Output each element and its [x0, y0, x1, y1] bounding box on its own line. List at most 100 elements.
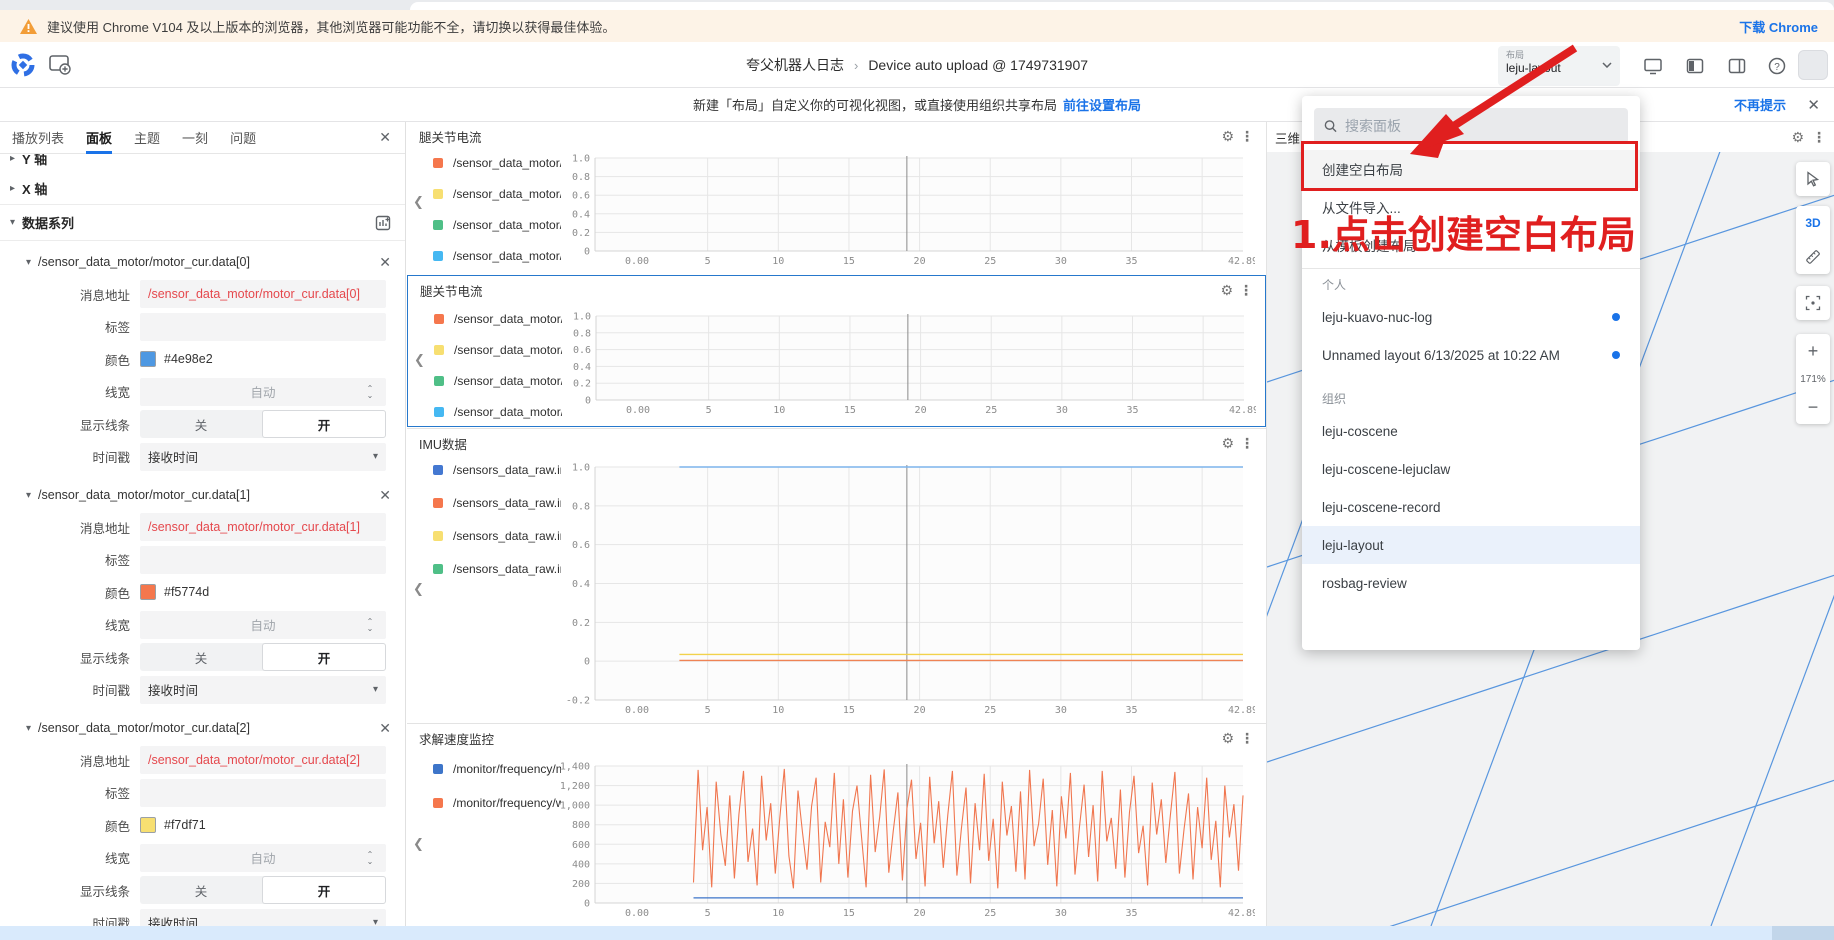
show-line-toggle[interactable]: 关 开 — [140, 876, 386, 904]
message-path-input[interactable]: /sensor_data_motor/motor_cur.data[2] — [140, 746, 386, 774]
measure-tool-icon[interactable] — [1796, 240, 1830, 274]
help-icon[interactable]: ? — [1766, 55, 1788, 77]
kebab-menu-icon[interactable]: ⋮ — [1239, 282, 1253, 299]
legend-item[interactable]: /sensor_data_motor/motor_cur — [433, 156, 561, 170]
menu-item-layout[interactable]: Unnamed layout 6/13/2025 at 10:22 AM — [1302, 336, 1640, 374]
menu-item-create-blank-layout[interactable]: 创建空白布局 — [1302, 150, 1640, 188]
zoom-out-button[interactable]: − — [1796, 390, 1830, 424]
message-path-input[interactable]: /sensor_data_motor/motor_cur.data[0] — [140, 280, 386, 308]
legend-item[interactable]: /sensor_data_motor/motor_cur — [434, 343, 562, 357]
right-sidebar-toggle-icon[interactable] — [1726, 55, 1748, 77]
legend-item[interactable]: /sensors_data_raw.imu_data — [433, 562, 561, 576]
legend-collapse-icon[interactable]: ❮ — [413, 194, 424, 210]
close-icon[interactable]: ✕ — [379, 129, 391, 146]
legend-item[interactable]: /sensors_data_raw.imu_data — [433, 496, 561, 510]
remove-series-icon[interactable]: ✕ — [379, 254, 391, 271]
legend-collapse-icon[interactable]: ❮ — [413, 581, 424, 597]
kebab-menu-icon[interactable]: ⋮ — [1812, 129, 1826, 146]
menu-item-layout[interactable]: leju-coscene — [1302, 412, 1640, 450]
line-width-input[interactable]: 自动 ⌃⌄ — [140, 844, 386, 872]
timestamp-select[interactable]: 接收时间 ▾ — [140, 676, 386, 704]
gear-icon[interactable]: ⚙ — [1220, 282, 1233, 299]
menu-item-create-from-template[interactable]: 从模板创建布局 — [1302, 226, 1640, 264]
add-series-icon[interactable] — [375, 215, 391, 231]
remove-series-icon[interactable]: ✕ — [379, 720, 391, 737]
avatar[interactable] — [1798, 50, 1828, 80]
line-chart[interactable]: 1.00.80.60.40.20-0.20.00510152025303542.… — [555, 459, 1255, 722]
toggle-on[interactable]: 开 — [262, 410, 386, 438]
line-chart[interactable]: 1.00.80.60.40.200.00510152025303542.89 — [556, 308, 1256, 422]
series-header[interactable]: ▾ /sensor_data_motor/motor_cur.data[2] ✕ — [0, 711, 405, 745]
panel-search-box[interactable] — [1314, 108, 1628, 144]
toggle-off[interactable]: 关 — [140, 410, 262, 438]
legend-item[interactable]: /sensors_data_raw.imu_data — [433, 463, 561, 477]
line-chart[interactable]: 1,4001,2001,00080060040020000.0051015202… — [555, 758, 1255, 925]
menu-item-layout[interactable]: leju-kuavo-nuc-log — [1302, 298, 1640, 336]
message-path-input[interactable]: /sensor_data_motor/motor_cur.data[1] — [140, 513, 386, 541]
color-field[interactable]: #4e98e2 — [140, 345, 386, 373]
tab-panel[interactable]: 面板 — [86, 122, 112, 154]
kebab-menu-icon[interactable]: ⋮ — [1240, 730, 1254, 747]
kebab-menu-icon[interactable]: ⋮ — [1240, 435, 1254, 452]
color-swatch[interactable] — [140, 584, 156, 600]
focus-center-icon[interactable] — [1796, 286, 1830, 320]
color-swatch[interactable] — [140, 817, 156, 833]
plot-panel-solver-speed[interactable]: 求解速度监控 ⚙ ⋮ ❮ /monitor/frequency/mpc. /mo… — [407, 723, 1266, 926]
tree-row-data-series[interactable]: ▾ 数据系列 — [0, 205, 405, 241]
series-header[interactable]: ▾ /sensor_data_motor/motor_cur.data[0] ✕ — [0, 245, 405, 279]
left-sidebar-toggle-icon[interactable] — [1684, 55, 1706, 77]
goto-layout-settings-link[interactable]: 前往设置布局 — [1063, 95, 1141, 114]
gear-icon[interactable]: ⚙ — [1791, 129, 1804, 146]
timestamp-select[interactable]: 接收时间 ▾ — [140, 909, 386, 927]
remove-series-icon[interactable]: ✕ — [379, 487, 391, 504]
pointer-tool-icon[interactable] — [1796, 162, 1830, 196]
tab-topics[interactable]: 主题 — [134, 122, 160, 154]
menu-item-layout[interactable]: leju-coscene-lejuclaw — [1302, 450, 1640, 488]
tree-row-y-axis[interactable]: ▸ Y 轴 — [0, 154, 405, 172]
menu-item-import-from-file[interactable]: 从文件导入... — [1302, 188, 1640, 226]
plot-panel-leg-current-1[interactable]: 腿关节电流 ⚙ ⋮ ❮ /sensor_data_motor/motor_cur… — [407, 122, 1266, 275]
toggle-on[interactable]: 开 — [262, 643, 386, 671]
label-input[interactable] — [140, 779, 386, 807]
tab-moments[interactable]: 一刻 — [182, 122, 208, 154]
kebab-menu-icon[interactable]: ⋮ — [1240, 128, 1254, 145]
plot-panel-leg-current-2[interactable]: 腿关节电流 ⚙ ⋮ ❮ /sensor_data_motor/motor_cur… — [407, 275, 1266, 427]
dont-remind-link[interactable]: 不再提示 — [1734, 95, 1786, 114]
stepper-control[interactable]: ⌃⌄ — [358, 847, 382, 869]
legend-item[interactable]: /sensor_data_motor/motor_cur — [433, 187, 561, 201]
gear-icon[interactable]: ⚙ — [1221, 730, 1234, 747]
layout-selector[interactable]: 布局 leju-layout — [1498, 46, 1620, 86]
legend-collapse-icon[interactable]: ❮ — [414, 352, 425, 368]
color-field[interactable]: #f5774d — [140, 578, 386, 606]
gear-icon[interactable]: ⚙ — [1221, 128, 1234, 145]
color-field[interactable]: #f7df71 — [140, 811, 386, 839]
tree-row-x-axis[interactable]: ▸ X 轴 — [0, 172, 405, 205]
legend-item[interactable]: /sensor_data_motor/motor_cur — [433, 249, 561, 263]
close-icon[interactable]: ✕ — [1807, 96, 1820, 114]
show-line-toggle[interactable]: 关 开 — [140, 643, 386, 671]
show-line-toggle[interactable]: 关 开 — [140, 410, 386, 438]
breadcrumb-record[interactable]: Device auto upload @ 1749731907 — [868, 57, 1088, 73]
legend-collapse-icon[interactable]: ❮ — [413, 836, 424, 852]
tab-problems[interactable]: 问题 — [230, 122, 256, 154]
line-chart[interactable]: 1.00.80.60.40.200.00510152025303542.89 — [555, 150, 1255, 273]
line-width-input[interactable]: 自动 ⌃⌄ — [140, 611, 386, 639]
menu-item-layout-selected[interactable]: leju-layout — [1302, 526, 1640, 564]
timestamp-select[interactable]: 接收时间 ▾ — [140, 443, 386, 471]
zoom-in-button[interactable]: + — [1796, 334, 1830, 368]
tab-playlist[interactable]: 播放列表 — [12, 122, 64, 154]
toggle-off[interactable]: 关 — [140, 643, 262, 671]
plot-panel-imu[interactable]: IMU数据 ⚙ ⋮ ❮ /sensors_data_raw.imu_data /… — [407, 428, 1266, 723]
menu-item-layout[interactable]: rosbag-review — [1302, 564, 1640, 602]
legend-item[interactable]: /sensors_data_raw.imu_data — [433, 529, 561, 543]
gear-icon[interactable]: ⚙ — [1221, 435, 1234, 452]
legend-item[interactable]: /sensor_data_motor/motor_cur — [434, 405, 562, 419]
screen-mode-icon[interactable] — [1642, 55, 1664, 77]
mode-3d-button[interactable]: 3D — [1796, 206, 1830, 240]
menu-item-layout[interactable]: leju-coscene-record — [1302, 488, 1640, 526]
legend-item[interactable]: /sensor_data_motor/motor_cur — [433, 218, 561, 232]
label-input[interactable] — [140, 546, 386, 574]
label-input[interactable] — [140, 313, 386, 341]
legend-item[interactable]: /monitor/frequency/wbc. — [433, 796, 561, 810]
stepper-control[interactable]: ⌃⌄ — [358, 614, 382, 636]
